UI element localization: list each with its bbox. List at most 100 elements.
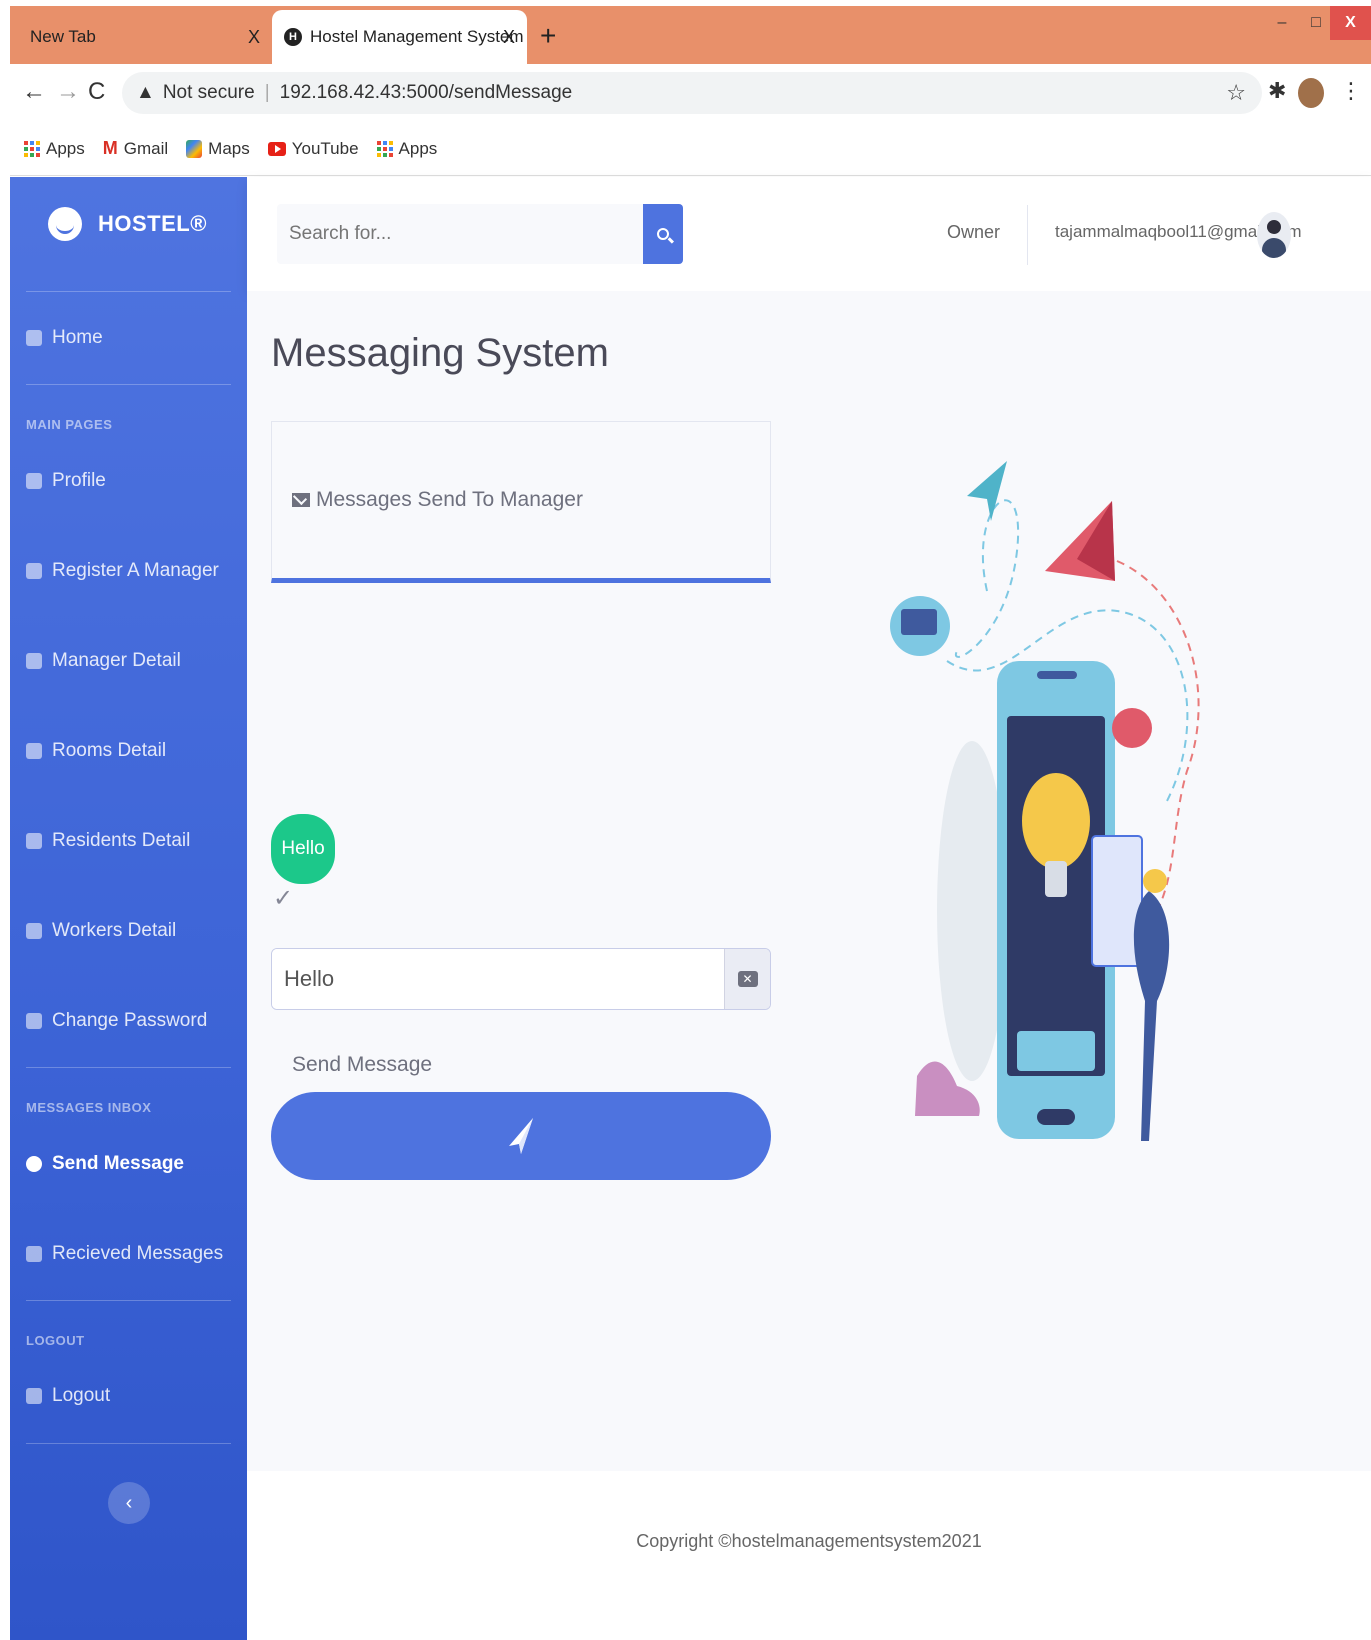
bookmark-youtube[interactable]: YouTube — [267, 138, 359, 159]
sign-out-icon — [26, 1388, 42, 1404]
tab-title: New Tab — [30, 27, 96, 46]
bookmark-star-icon[interactable]: ☆ — [1226, 80, 1246, 106]
security-label: Not secure — [162, 82, 255, 103]
sidebar-divider — [26, 1443, 231, 1444]
forward-arrow-icon[interactable]: → — [56, 78, 80, 106]
calendar-icon — [26, 743, 42, 759]
search-icon — [657, 228, 669, 240]
web-page: HOSTEL® Home MAIN PAGES Profile Register… — [10, 177, 1371, 1640]
sidebar-item-workers-detail[interactable]: Workers Detail — [26, 920, 176, 942]
sidebar-divider — [26, 1067, 231, 1068]
maximize-button[interactable]: □ — [1299, 6, 1333, 40]
messages-card: Messages Send To Manager — [271, 421, 771, 583]
page-title: Messaging System — [271, 331, 609, 375]
address-bar[interactable]: ▲ Not secure | 192.168.42.43:5000/sendMe… — [122, 72, 1262, 114]
send-message-label: Send Message — [292, 1053, 433, 1076]
bookmark-apps[interactable]: Apps — [24, 139, 85, 159]
search-group — [277, 204, 683, 264]
bookmark-label: Apps — [398, 138, 438, 158]
sidebar-item-label: Recieved Messages — [52, 1243, 224, 1264]
sidebar-item-label: Residents Detail — [52, 830, 191, 851]
list-icon — [26, 833, 42, 849]
card-title: Messages Send To Manager — [316, 488, 583, 511]
sidebar-item-rooms-detail[interactable]: Rooms Detail — [26, 740, 166, 762]
home-icon — [26, 330, 42, 346]
new-tab-button[interactable]: + — [540, 20, 556, 52]
send-message-button[interactable] — [271, 1092, 771, 1180]
bookmark-apps-2[interactable]: Apps — [376, 138, 438, 159]
browser-menu-icon[interactable]: ⋮ — [1340, 78, 1362, 104]
bookmark-maps[interactable]: Maps — [186, 139, 250, 159]
brand-name: HOSTEL® — [98, 211, 207, 236]
reload-icon[interactable]: C — [88, 78, 105, 106]
copyright-text: Copyright ©hostelmanagementsystem2021 — [636, 1531, 982, 1551]
sidebar-item-home[interactable]: Home — [26, 327, 103, 349]
sidebar-divider — [26, 384, 231, 385]
user-role: Owner — [947, 222, 1001, 242]
browser-window: New Tab X H Hostel Management System X +… — [10, 6, 1371, 1640]
site-favicon-icon: H — [284, 28, 302, 46]
close-window-button[interactable]: X — [1330, 6, 1371, 40]
url-text[interactable]: 192.168.42.43:5000/sendMessage — [280, 82, 573, 104]
warning-icon: ▲ — [136, 82, 155, 103]
bookmark-label: Gmail — [123, 138, 169, 158]
bookmark-label: Maps — [208, 138, 250, 158]
sidebar-toggle-button[interactable]: ‹ — [108, 1482, 150, 1524]
topbar: Owner tajammalmaqbool11@gmail.com — [247, 177, 1371, 291]
tab-new-tab[interactable]: New Tab X — [10, 10, 272, 64]
search-button[interactable] — [643, 204, 683, 264]
bookmark-gmail[interactable]: M Gmail — [103, 138, 168, 159]
apps-grid-icon — [24, 140, 40, 157]
sidebar-item-register-manager[interactable]: Register A Manager — [26, 560, 219, 582]
sidebar-divider — [26, 1300, 231, 1301]
sidebar-item-label: Rooms Detail — [52, 740, 167, 761]
sidebar-item-change-password[interactable]: Change Password — [26, 1010, 207, 1032]
browser-profile-avatar[interactable] — [1298, 78, 1324, 108]
gmail-icon: M — [102, 138, 118, 158]
tab-title: Hostel Management System — [310, 27, 524, 46]
footer: Copyright ©hostelmanagementsystem2021 — [247, 1471, 1371, 1640]
sidebar-item-label: Change Password — [52, 1010, 208, 1031]
address-bar-row: ← → C ▲ Not secure | 192.168.42.43:5000/… — [10, 64, 1371, 122]
sidebar-divider — [26, 291, 231, 292]
message-input-group: ✕ — [271, 948, 771, 1010]
backspace-icon: ✕ — [737, 971, 758, 987]
messaging-illustration — [890, 461, 1200, 1141]
back-arrow-icon[interactable]: ← — [22, 78, 46, 106]
bookmark-label: Apps — [46, 138, 85, 158]
sidebar-item-manager-detail[interactable]: Manager Detail — [26, 650, 181, 672]
sidebar-item-label: Home — [52, 327, 103, 348]
search-input[interactable] — [277, 204, 643, 264]
sidebar: HOSTEL® Home MAIN PAGES Profile Register… — [10, 177, 247, 1640]
avatar[interactable] — [1257, 212, 1291, 258]
minimize-button[interactable]: – — [1265, 6, 1299, 40]
sidebar-item-send-message[interactable]: Send Message — [26, 1153, 184, 1175]
comment-icon — [26, 1156, 42, 1172]
sidebar-item-logout[interactable]: Logout — [26, 1385, 110, 1407]
paper-plane-icon — [509, 1118, 533, 1154]
extensions-puzzle-icon[interactable]: ✱ — [1268, 78, 1286, 104]
envelope-open-icon — [26, 1246, 42, 1262]
bookmark-label: YouTube — [291, 138, 359, 158]
apps-grid-icon — [376, 140, 393, 157]
topbar-divider — [1027, 205, 1028, 265]
sidebar-item-label: Workers Detail — [52, 920, 177, 941]
url-separator: | — [264, 82, 270, 103]
message-input[interactable] — [272, 949, 724, 1009]
sidebar-item-label: Send Message — [52, 1153, 184, 1174]
youtube-icon — [267, 141, 286, 156]
sidebar-item-profile[interactable]: Profile — [26, 470, 106, 492]
table-icon — [26, 923, 42, 939]
tab-close-icon[interactable]: X — [248, 27, 260, 48]
key-icon — [26, 1013, 42, 1029]
user-icon — [26, 473, 42, 489]
tab-hostel-management[interactable]: H Hostel Management System X — [272, 10, 527, 64]
sidebar-item-label: Logout — [52, 1385, 111, 1406]
sidebar-item-label: Profile — [52, 470, 106, 491]
brand-link[interactable]: HOSTEL® — [48, 207, 207, 241]
sidebar-item-residents-detail[interactable]: Residents Detail — [26, 830, 190, 852]
sidebar-heading-main: MAIN PAGES — [26, 417, 113, 432]
clear-input-button[interactable]: ✕ — [724, 949, 770, 1009]
sidebar-item-received-messages[interactable]: Recieved Messages — [26, 1243, 223, 1265]
tab-close-icon[interactable]: X — [503, 27, 515, 48]
